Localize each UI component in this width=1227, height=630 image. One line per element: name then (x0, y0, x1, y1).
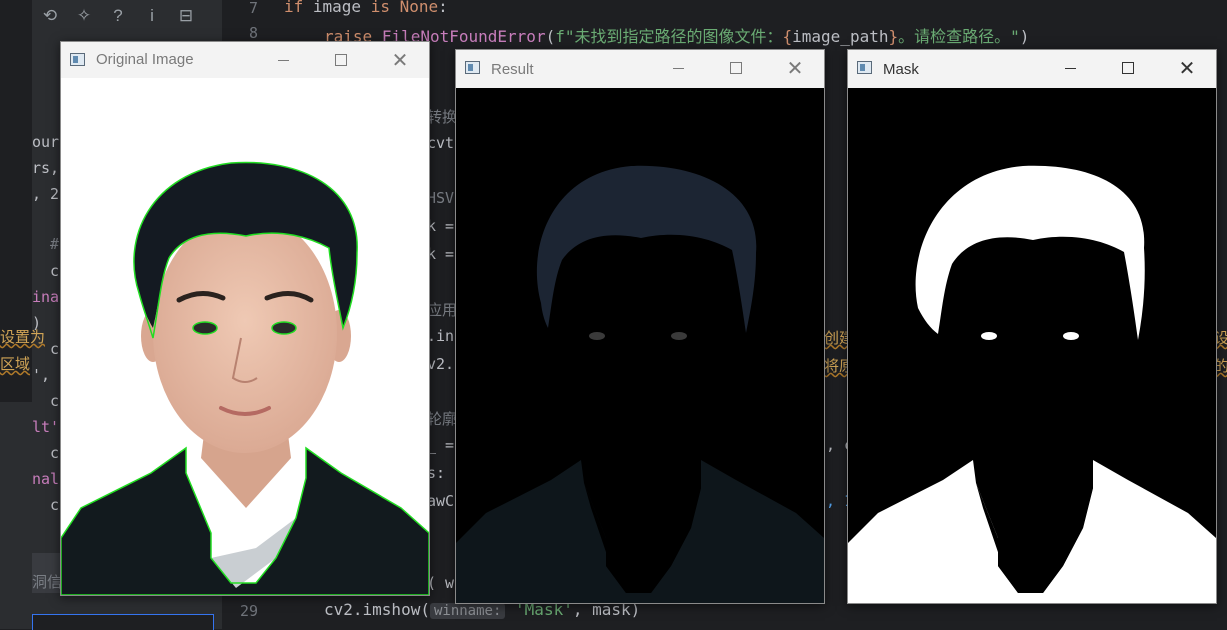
mid-code-fragment: v2. (427, 355, 455, 373)
keyword: None (399, 0, 439, 16)
magic-icon[interactable]: ✧ (72, 6, 96, 26)
eye-left-region (589, 332, 605, 340)
left-code-fragment: # (50, 235, 60, 253)
line-number: 8 (248, 24, 258, 42)
left-code-fragment: c (50, 340, 60, 358)
left-code-fragment: ', (32, 366, 51, 384)
left-code-fragment: lt' (32, 418, 60, 436)
parameter-hint: winname: (429, 603, 506, 619)
mask-image (848, 165, 1216, 603)
left-code-fragment: 区域 (0, 355, 31, 373)
window-app-icon (465, 61, 480, 74)
string: 。请检查路径。" (898, 27, 1020, 46)
close-icon[interactable]: ✕ (377, 42, 423, 78)
line-number: 29 (239, 602, 258, 620)
code-text: cv2.imshow( (324, 600, 430, 619)
mid-code-fragment: awC (427, 492, 455, 510)
maximize-icon[interactable] (1105, 50, 1151, 86)
minimize-icon[interactable] (655, 50, 701, 86)
minimize-icon[interactable] (260, 42, 306, 78)
history-icon[interactable]: ⟲ (38, 6, 62, 26)
mid-code-fragment: HSV (427, 189, 455, 207)
code-text: } (888, 27, 899, 46)
eye-right-mask (1063, 332, 1079, 340)
line-number: 7 (248, 0, 258, 17)
mid-code-fragment: _ = (427, 436, 455, 454)
title-bar[interactable]: Mask ✕ (848, 50, 1216, 88)
hair-region (536, 165, 757, 333)
left-code-fragment: rs, (32, 159, 60, 177)
close-icon[interactable]: ✕ (1164, 50, 1210, 86)
maximize-icon[interactable] (713, 50, 759, 86)
mid-code-fragment: cvt (427, 134, 455, 152)
mid-code-fragment: 轮廓 (427, 410, 458, 428)
result-window[interactable]: Result ✕ (455, 49, 825, 604)
variable: image_path (792, 27, 889, 46)
portrait-image (61, 161, 429, 595)
left-code-fragment: c (50, 496, 60, 514)
left-code-fragment: nal (32, 470, 60, 488)
code-line-7: if image is None: (284, 0, 448, 16)
original-image-window[interactable]: Original Image ✕ (60, 41, 430, 596)
mask-window[interactable]: Mask ✕ (847, 49, 1217, 604)
code-text: : (438, 0, 448, 16)
left-code-fragment: ina (32, 288, 60, 306)
window-app-icon (857, 61, 872, 74)
left-code-fragment: c (50, 444, 60, 462)
window-app-icon (70, 53, 85, 66)
collapse-icon[interactable]: ⊟ (174, 6, 198, 26)
shirt-mask (848, 460, 1216, 603)
mid-code-fragment: k = (427, 217, 455, 235)
code-text: { (782, 27, 793, 46)
minimize-icon[interactable] (1047, 50, 1093, 86)
keyword: is (370, 0, 390, 16)
info-icon[interactable]: i (140, 6, 164, 26)
title-bar[interactable]: Result ✕ (456, 50, 824, 88)
left-code-fragment: , 2 (32, 185, 60, 203)
shirt-region (456, 460, 824, 603)
code-text: ) (1019, 27, 1030, 46)
window-title: Result (491, 61, 534, 78)
close-icon[interactable]: ✕ (772, 50, 818, 86)
code-text: ( (545, 27, 556, 46)
mid-code-fragment: 转换 (427, 108, 458, 126)
eye-left-mask (981, 332, 997, 340)
string: f"未找到指定路径的图像文件： (555, 27, 783, 46)
mid-code-fragment: .in (427, 327, 455, 345)
original-image-canvas (61, 78, 429, 595)
help-icon[interactable]: ? (106, 6, 130, 26)
title-bar[interactable]: Original Image ✕ (61, 42, 429, 78)
mask-image-canvas (848, 88, 1216, 603)
result-image (456, 165, 824, 603)
mid-code-fragment: 应用 (427, 301, 458, 319)
result-image-canvas (456, 88, 824, 603)
left-code-fragment: our (32, 133, 60, 151)
code-text: image (303, 0, 371, 16)
window-title: Original Image (96, 51, 194, 68)
maximize-icon[interactable] (318, 42, 364, 78)
left-code-fragment: 设置为 (0, 328, 46, 346)
hair-mask (915, 165, 1145, 340)
eye-right-region (671, 332, 687, 340)
left-code-fragment: c (50, 262, 60, 280)
face-shape (153, 213, 337, 453)
left-code-fragment: c (50, 392, 60, 410)
mid-code-fragment: k = (427, 245, 455, 263)
keyword: if (284, 0, 304, 16)
mid-code-fragment: ( w (427, 574, 455, 592)
status-toolbar (32, 614, 214, 630)
window-title: Mask (883, 61, 919, 78)
